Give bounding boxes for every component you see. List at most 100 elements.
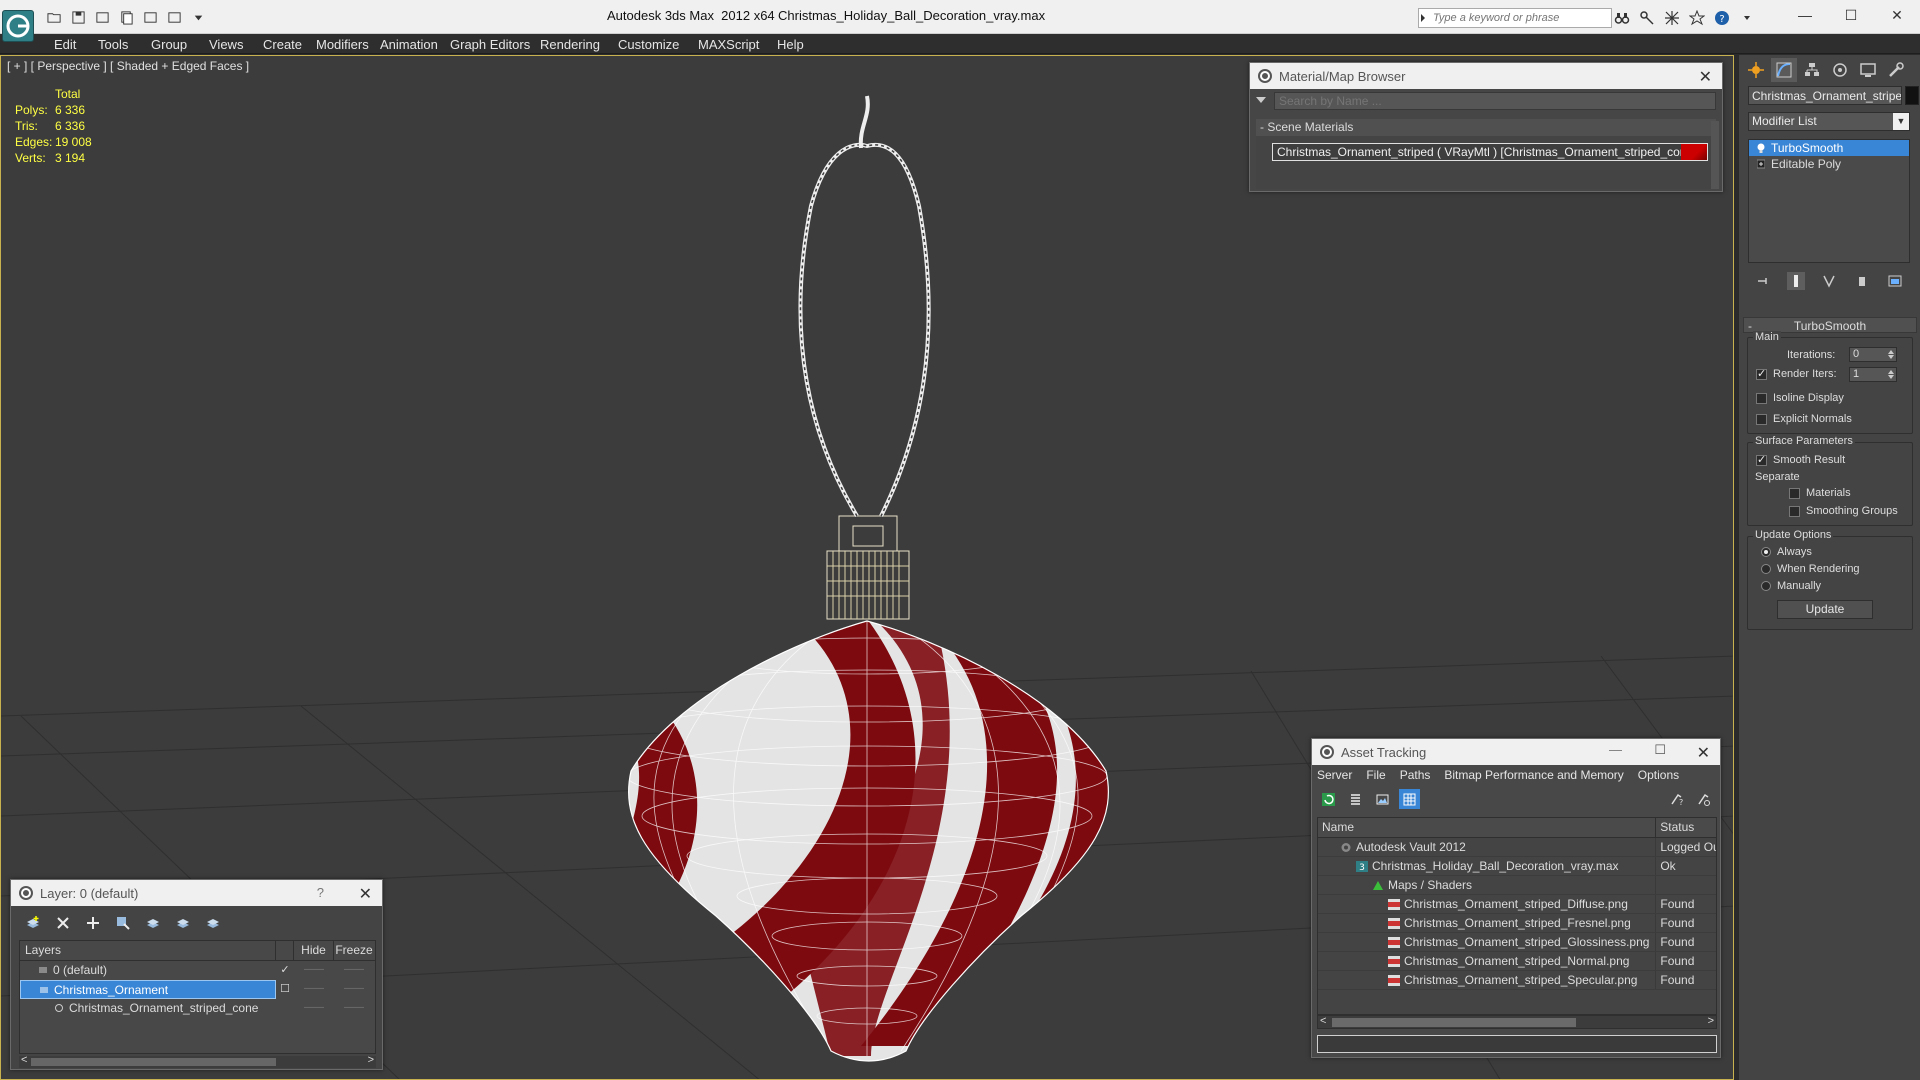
create-tab-icon[interactable] bbox=[1743, 58, 1769, 82]
layers-column-header[interactable]: Layers bbox=[20, 941, 276, 960]
list-view-icon[interactable] bbox=[1345, 789, 1366, 809]
material-browser-titlebar[interactable]: Material/Map Browser ✕ bbox=[1250, 63, 1722, 89]
menu-animation[interactable]: Animation bbox=[380, 37, 438, 52]
layer-active-check[interactable]: ✓ bbox=[276, 961, 294, 980]
browser-options-dropdown-icon[interactable] bbox=[1256, 97, 1266, 103]
update-button[interactable]: Update bbox=[1777, 600, 1873, 619]
motion-tab-icon[interactable] bbox=[1827, 58, 1853, 82]
menu-customize[interactable]: Customize bbox=[618, 37, 679, 52]
expand-plus-icon[interactable] bbox=[1757, 159, 1765, 169]
save-file-icon[interactable] bbox=[68, 8, 88, 26]
freeze-column-header[interactable]: Freeze bbox=[334, 941, 374, 960]
materials-checkbox[interactable] bbox=[1789, 488, 1800, 499]
redo-icon[interactable] bbox=[164, 8, 184, 26]
modify-tab-icon[interactable] bbox=[1771, 58, 1797, 82]
render-iters-checkbox[interactable] bbox=[1756, 367, 1767, 380]
asset-row-texture[interactable]: Christmas_Ornament_striped_Glossiness.pn… bbox=[1318, 933, 1716, 952]
asset-row-vault[interactable]: Autodesk Vault 2012 Logged Ou bbox=[1318, 838, 1716, 857]
menu-maxscript[interactable]: MAXScript bbox=[698, 37, 759, 52]
asset-row-texture[interactable]: Christmas_Ornament_striped_Specular.png … bbox=[1318, 971, 1716, 990]
object-name-field[interactable] bbox=[1748, 86, 1902, 105]
show-end-result-icon[interactable] bbox=[1787, 272, 1805, 290]
asset-row-maps-shaders[interactable]: Maps / Shaders bbox=[1318, 876, 1716, 895]
explicit-normals-checkbox[interactable] bbox=[1756, 414, 1767, 425]
layer-hide-toggle[interactable]: —— bbox=[294, 980, 334, 999]
binoculars-icon[interactable] bbox=[1612, 9, 1632, 27]
smooth-result-checkbox[interactable] bbox=[1756, 453, 1767, 466]
asset-menu-server[interactable]: Server bbox=[1317, 765, 1352, 785]
hierarchy-tab-icon[interactable] bbox=[1799, 58, 1825, 82]
asset-help-icon[interactable]: ? bbox=[1666, 789, 1687, 809]
asset-horizontal-scrollbar[interactable]: < > bbox=[1317, 1015, 1717, 1029]
group-collapse-toggle[interactable]: - bbox=[1260, 120, 1264, 134]
asset-row-texture[interactable]: Christmas_Ornament_striped_Diffuse.png F… bbox=[1318, 895, 1716, 914]
asset-scroll-left-arrow[interactable]: < bbox=[1320, 1015, 1326, 1027]
layer-hide-toggle[interactable]: —— bbox=[294, 961, 334, 980]
keyword-search-input[interactable] bbox=[1419, 9, 1611, 27]
configure-modifier-sets-icon[interactable] bbox=[1886, 272, 1904, 290]
asset-whats-this-icon[interactable] bbox=[1693, 789, 1714, 809]
select-objects-in-layer-icon[interactable] bbox=[113, 913, 133, 933]
help-icon[interactable]: ? bbox=[1712, 9, 1732, 27]
material-search-input[interactable] bbox=[1274, 92, 1716, 110]
scroll-thumb[interactable] bbox=[31, 1058, 276, 1066]
refresh-icon[interactable] bbox=[1318, 789, 1339, 809]
object-color-swatch[interactable] bbox=[1905, 86, 1919, 105]
freeze-all-layers-icon[interactable] bbox=[203, 913, 223, 933]
remove-modifier-icon[interactable] bbox=[1853, 272, 1871, 290]
viewport-label[interactable]: [ + ] [ Perspective ] [ Shaded + Edged F… bbox=[7, 59, 249, 73]
close-button[interactable]: ✕ bbox=[1874, 0, 1920, 30]
asset-row-texture[interactable]: Christmas_Ornament_striped_Fresnel.png F… bbox=[1318, 914, 1716, 933]
subscription-key-icon[interactable] bbox=[1637, 9, 1657, 27]
add-to-layer-icon[interactable] bbox=[83, 913, 103, 933]
menu-help[interactable]: Help bbox=[777, 37, 804, 52]
asset-tracking-titlebar[interactable]: Asset Tracking — ☐ ✕ bbox=[1312, 739, 1720, 765]
make-unique-icon[interactable] bbox=[1820, 272, 1838, 290]
application-menu-button[interactable] bbox=[2, 10, 34, 42]
smoothing-groups-checkbox[interactable] bbox=[1789, 506, 1800, 517]
pin-stack-icon[interactable] bbox=[1754, 272, 1772, 290]
scene-materials-header[interactable]: - Scene Materials bbox=[1256, 119, 1716, 136]
thumbnail-view-icon[interactable] bbox=[1372, 789, 1393, 809]
highlight-selected-layer-icon[interactable] bbox=[143, 913, 163, 933]
layer-close-button[interactable]: ✕ bbox=[359, 884, 372, 904]
layer-active-check[interactable]: ☐ bbox=[276, 980, 294, 999]
asset-scroll-right-arrow[interactable]: > bbox=[1708, 1015, 1714, 1027]
table-view-icon[interactable] bbox=[1399, 789, 1420, 809]
layers-horizontal-scrollbar[interactable]: < > bbox=[19, 1054, 376, 1068]
asset-row-max-file[interactable]: 3 Christmas_Holiday_Ball_Decoration_vray.… bbox=[1318, 857, 1716, 876]
menu-modifiers[interactable]: Modifiers bbox=[316, 37, 369, 52]
scroll-left-arrow[interactable]: < bbox=[21, 1054, 27, 1066]
create-layer-icon[interactable] bbox=[23, 913, 43, 933]
asset-minimize-button[interactable]: — bbox=[1609, 742, 1622, 757]
asset-row-texture[interactable]: Christmas_Ornament_striped_Normal.png Fo… bbox=[1318, 952, 1716, 971]
menu-rendering[interactable]: Rendering bbox=[540, 37, 600, 52]
hide-all-layers-icon[interactable] bbox=[173, 913, 193, 933]
material-browser-scrollbar[interactable] bbox=[1711, 121, 1719, 189]
asset-scroll-thumb[interactable] bbox=[1332, 1018, 1576, 1027]
asset-name-column-header[interactable]: Name bbox=[1318, 818, 1657, 837]
menu-group[interactable]: Group bbox=[151, 37, 187, 52]
menu-views[interactable]: Views bbox=[209, 37, 243, 52]
material-item[interactable]: Christmas_Ornament_striped ( VRayMtl ) [… bbox=[1272, 143, 1708, 161]
update-always-radio[interactable] bbox=[1761, 547, 1771, 557]
favorites-star-icon[interactable] bbox=[1687, 9, 1707, 27]
modifier-list-dropdown[interactable]: Modifier List ▼ bbox=[1748, 112, 1910, 131]
layer-row-christmas-ornament[interactable]: Christmas_Ornament ☐ —— —— bbox=[20, 980, 375, 999]
asset-menu-bitmap-performance[interactable]: Bitmap Performance and Memory bbox=[1444, 765, 1623, 785]
layer-freeze-toggle[interactable]: —— bbox=[334, 961, 374, 980]
layer-freeze-toggle[interactable]: —— bbox=[334, 980, 374, 999]
layer-help-button[interactable]: ? bbox=[317, 885, 324, 900]
stack-item-editable-poly[interactable]: Editable Poly bbox=[1749, 156, 1909, 172]
search-expand-icon[interactable] bbox=[1418, 8, 1428, 28]
delete-layer-icon[interactable] bbox=[53, 913, 73, 933]
open-file-icon[interactable] bbox=[44, 8, 64, 26]
asset-close-button[interactable]: ✕ bbox=[1697, 743, 1710, 763]
layer-hide-toggle[interactable]: —— bbox=[294, 999, 334, 1018]
help-dropdown-icon[interactable] bbox=[1737, 9, 1757, 27]
asset-menu-file[interactable]: File bbox=[1366, 765, 1385, 785]
lightbulb-icon[interactable] bbox=[1757, 143, 1765, 153]
scroll-right-arrow[interactable]: > bbox=[368, 1054, 374, 1066]
menu-tools[interactable]: Tools bbox=[98, 37, 128, 52]
menu-edit[interactable]: Edit bbox=[54, 37, 76, 52]
